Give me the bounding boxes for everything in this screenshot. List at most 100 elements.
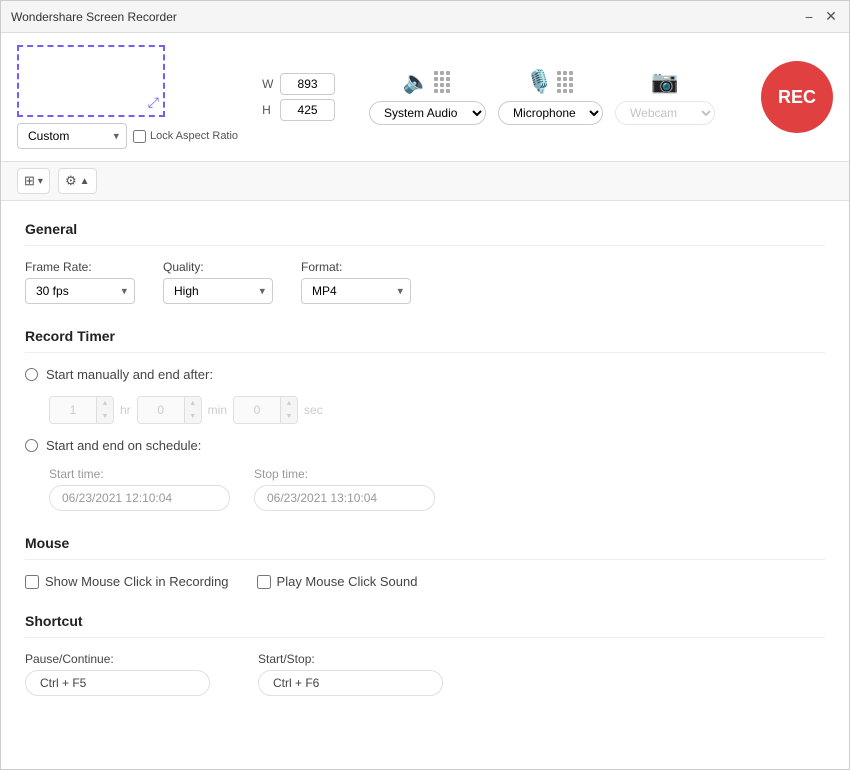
pause-input[interactable]	[25, 670, 210, 696]
pause-field: Pause/Continue:	[25, 652, 210, 696]
mouse-options: Show Mouse Click in Recording Play Mouse…	[25, 574, 825, 589]
system-audio-dropdown: System Audio None	[369, 101, 486, 125]
rec-button[interactable]: REC	[761, 61, 833, 133]
hr-input[interactable]	[50, 397, 96, 423]
speaker-icon: 🔈	[403, 69, 430, 95]
sec-up-btn[interactable]: ▲	[281, 397, 297, 410]
h-label: H	[262, 103, 276, 117]
hr-down-btn[interactable]: ▼	[97, 410, 113, 423]
play-sound-label: Play Mouse Click Sound	[277, 574, 418, 589]
quality-wrapper: High Medium Low	[163, 278, 273, 304]
min-spinners: ▲ ▼	[184, 397, 201, 423]
height-input[interactable]	[280, 99, 335, 121]
webcam-icon: 📷	[651, 69, 678, 95]
timer-fields: ▲ ▼ hr ▲ ▼ min ▲ ▼	[49, 396, 825, 424]
settings-button[interactable]: ⚙ ▲	[58, 168, 97, 194]
webcam-dropdown: Webcam None	[615, 101, 715, 125]
start-stop-input[interactable]	[258, 670, 443, 696]
width-input[interactable]	[280, 73, 335, 95]
sec-input-wrap: ▲ ▼	[233, 396, 298, 424]
top-toolbar: ⤢ Custom Full Screen 1920x1080 1280x720 …	[1, 33, 849, 162]
capture-area: ⤢ Custom Full Screen 1920x1080 1280x720 …	[17, 45, 238, 149]
min-down-btn[interactable]: ▼	[185, 410, 201, 423]
system-audio-item: 🔈 System Audio None	[369, 69, 486, 125]
sec-unit: sec	[304, 403, 323, 417]
frame-rate-wrapper: 30 fps 60 fps 24 fps 15 fps	[25, 278, 135, 304]
timer-option2-label: Start and end on schedule:	[46, 438, 201, 453]
size-select-row: Custom Full Screen 1920x1080 1280x720 Lo…	[17, 123, 238, 149]
pause-label: Pause/Continue:	[25, 652, 210, 666]
play-sound-checkbox[interactable]	[257, 575, 271, 589]
system-audio-icon-row: 🔈	[403, 69, 452, 95]
lock-aspect-checkbox[interactable]	[133, 130, 146, 143]
timer-radio1[interactable]	[25, 368, 38, 381]
main-window: Wondershare Screen Recorder − ✕ ⤢ Custom…	[0, 0, 850, 770]
sec-down-btn[interactable]: ▼	[281, 410, 297, 423]
sec-spinners: ▲ ▼	[280, 397, 297, 423]
window-title: Wondershare Screen Recorder	[11, 10, 801, 24]
frame-rate-select[interactable]: 30 fps 60 fps 24 fps 15 fps	[25, 278, 135, 304]
close-button[interactable]: ✕	[823, 9, 839, 25]
general-row: Frame Rate: 30 fps 60 fps 24 fps 15 fps …	[25, 260, 825, 304]
system-audio-select[interactable]: System Audio None	[369, 101, 486, 125]
screen-icon: ⊞	[24, 173, 35, 189]
show-click-option: Show Mouse Click in Recording	[25, 574, 229, 589]
screen-button[interactable]: ⊞ ▾	[17, 168, 50, 194]
min-up-btn[interactable]: ▲	[185, 397, 201, 410]
capture-preview[interactable]: ⤢	[17, 45, 165, 117]
show-click-checkbox[interactable]	[25, 575, 39, 589]
title-bar: Wondershare Screen Recorder − ✕	[1, 1, 849, 33]
w-row: W	[262, 73, 335, 95]
hr-up-btn[interactable]: ▲	[97, 397, 113, 410]
stop-time-input[interactable]	[254, 485, 435, 511]
hr-input-wrap: ▲ ▼	[49, 396, 114, 424]
general-title: General	[25, 221, 825, 246]
wh-fields: W H	[262, 73, 335, 121]
webcam-icon-row: 📷	[651, 69, 678, 95]
microphone-item: 🎙️ Microphone None Default	[498, 69, 603, 125]
format-select[interactable]: MP4 MOV AVI GIF	[301, 278, 411, 304]
microphone-grid-icon	[555, 69, 575, 95]
hr-spinners: ▲ ▼	[96, 397, 113, 423]
mouse-section: Mouse Show Mouse Click in Recording Play…	[25, 535, 825, 589]
quality-select[interactable]: High Medium Low	[163, 278, 273, 304]
format-group: Format: MP4 MOV AVI GIF	[301, 260, 411, 304]
record-timer-title: Record Timer	[25, 328, 825, 353]
timer-option1-label: Start manually and end after:	[46, 367, 213, 382]
settings-chevron: ▲	[80, 176, 90, 187]
microphone-icon: 🎙️	[526, 69, 553, 95]
shortcut-section: Shortcut Pause/Continue: Start/Stop:	[25, 613, 825, 696]
screen-chevron: ▾	[38, 176, 43, 187]
quality-group: Quality: High Medium Low	[163, 260, 273, 304]
av-controls: 🔈 System Audio None	[351, 69, 733, 125]
microphone-select[interactable]: Microphone None Default	[498, 101, 603, 125]
start-stop-label: Start/Stop:	[258, 652, 443, 666]
w-label: W	[262, 77, 276, 91]
webcam-select[interactable]: Webcam None	[615, 101, 715, 125]
min-input-wrap: ▲ ▼	[137, 396, 202, 424]
size-select[interactable]: Custom Full Screen 1920x1080 1280x720	[17, 123, 127, 149]
lock-aspect-label: Lock Aspect Ratio	[133, 130, 238, 143]
settings-btn-group: ⚙ ▲	[58, 168, 97, 194]
hr-unit: hr	[120, 403, 131, 417]
start-time-input[interactable]	[49, 485, 230, 511]
minimize-button[interactable]: −	[801, 9, 817, 25]
start-time-label: Start time:	[49, 467, 230, 481]
start-time-field: Start time:	[49, 467, 230, 511]
shortcut-row: Pause/Continue: Start/Stop:	[25, 652, 825, 696]
timer-option1: Start manually and end after:	[25, 367, 825, 382]
microphone-icon-row: 🎙️	[526, 69, 575, 95]
start-stop-field: Start/Stop:	[258, 652, 443, 696]
sec-input[interactable]	[234, 397, 280, 423]
format-label: Format:	[301, 260, 411, 274]
size-dropdown-wrapper: Custom Full Screen 1920x1080 1280x720	[17, 123, 127, 149]
timer-radio2[interactable]	[25, 439, 38, 452]
speaker-grid-icon	[432, 69, 452, 95]
webcam-item: 📷 Webcam None	[615, 69, 715, 125]
quality-label: Quality:	[163, 260, 273, 274]
main-content: General Frame Rate: 30 fps 60 fps 24 fps…	[1, 201, 849, 769]
move-icon: ⤢	[148, 94, 159, 111]
gear-icon: ⚙	[65, 173, 77, 189]
min-input[interactable]	[138, 397, 184, 423]
play-sound-option: Play Mouse Click Sound	[257, 574, 418, 589]
